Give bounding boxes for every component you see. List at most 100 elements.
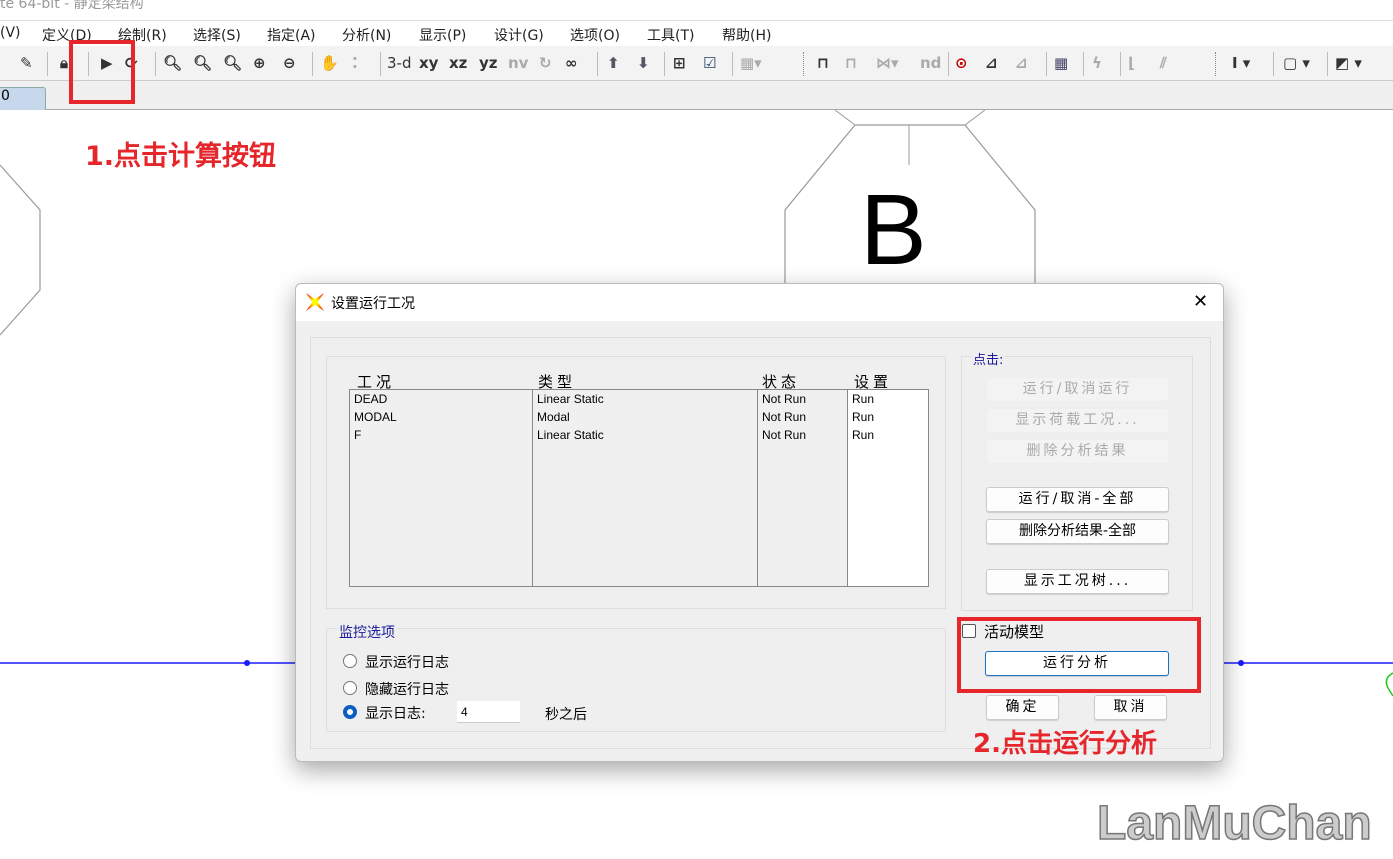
glasses-icon[interactable]: ∞ <box>565 52 578 74</box>
menu-analyze[interactable]: 分析(N) <box>342 25 391 45</box>
seconds-input[interactable] <box>457 701 520 723</box>
menu-display[interactable]: 显示(P) <box>419 25 466 45</box>
annotation-box-run <box>69 40 135 104</box>
grid-select-icon[interactable]: ⊞ <box>673 52 686 74</box>
frame-icon[interactable]: ⊓ <box>817 52 829 74</box>
run-do-not-run-case-button[interactable]: 运行/取消运行 <box>986 377 1169 402</box>
zoom-window-icon[interactable]: 🔍︎ <box>163 52 182 74</box>
load-display-icon[interactable]: ⊿ <box>985 52 998 74</box>
radio-show-log-after[interactable] <box>343 705 357 719</box>
view-xz-button[interactable]: xz <box>449 52 467 74</box>
joint <box>244 660 250 666</box>
list-item[interactable]: F <box>350 426 532 444</box>
support-icon <box>1385 672 1393 697</box>
zoom-out-icon[interactable]: ⊖ <box>283 52 296 74</box>
rotate-icon[interactable]: ↻ <box>539 52 552 74</box>
col-status: Not Run Not Run Not Run <box>758 390 848 586</box>
app-logo-icon <box>306 293 324 311</box>
cell-action: Run <box>852 428 875 442</box>
list-item[interactable]: DEAD <box>350 390 532 408</box>
seconds-suffix: 秒之后 <box>545 707 587 723</box>
cell-status: Not Run <box>762 410 807 424</box>
table-icon[interactable]: ▦ <box>1054 52 1068 74</box>
cell-type: Modal <box>537 410 570 424</box>
list-item[interactable]: MODAL <box>350 408 532 426</box>
cell-type: Linear Static <box>537 392 604 406</box>
load-case-list[interactable]: DEAD MODAL F Linear Static Modal Linear … <box>349 389 929 587</box>
lock-icon[interactable]: 🔒︎ <box>60 52 68 74</box>
radio-hide-log-label: 隐藏运行日志 <box>365 682 449 698</box>
col-case: DEAD MODAL F <box>350 390 533 586</box>
annotation-box-run-analysis <box>957 617 1201 693</box>
lightning-icon[interactable]: ϟ <box>1092 52 1102 74</box>
checkbox-icon[interactable]: ☑ <box>703 52 716 74</box>
annotation-step1: 1.点击计算按钮 <box>85 141 277 172</box>
ok-button[interactable]: 确定 <box>986 695 1059 720</box>
click-group-label: 点击: <box>971 349 1006 368</box>
i-section-icon[interactable]: I ▾ <box>1232 52 1250 74</box>
load-case-group: 工况 类型 状态 设置 DEAD MODAL F Linear Static M… <box>326 356 946 609</box>
move-down-icon[interactable]: ⬇ <box>637 52 650 74</box>
assign-dropdown-icon[interactable]: ▦▾ <box>740 52 762 74</box>
dialog-title: 设置运行工况 <box>331 296 415 312</box>
pan-hand-icon[interactable]: ✋ <box>320 52 339 74</box>
radio-show-log-label: 显示运行日志 <box>365 655 449 671</box>
monitor-options-group: 监控选项 显示运行日志 隐藏运行日志 显示日志: 秒之后 <box>326 622 946 732</box>
menu-tools[interactable]: 工具(T) <box>647 25 694 45</box>
zoom-restore-icon[interactable]: 🔍︎ <box>193 52 212 74</box>
menu-bar: (V) 定义(D) 绘制(R) 选择(S) 指定(A) 分析(N) 显示(P) … <box>0 20 1393 46</box>
cancel-button[interactable]: 取消 <box>1094 695 1167 720</box>
menu-assign[interactable]: 指定(A) <box>267 25 316 45</box>
menu-view[interactable]: (V) <box>0 25 21 41</box>
tab-row: 0 <box>0 81 1393 110</box>
menu-select[interactable]: 选择(S) <box>193 25 241 45</box>
delete-results-button[interactable]: 删除分析结果 <box>986 439 1169 464</box>
watermark: LanMuChan <box>1096 796 1372 851</box>
radio-show-log[interactable] <box>343 654 357 668</box>
cell-action: Run <box>852 410 875 424</box>
view-xy-button[interactable]: xy <box>419 52 438 74</box>
joint <box>1238 660 1244 666</box>
delete-all-results-button[interactable]: 删除分析结果-全部 <box>986 519 1169 544</box>
run-do-not-run-all-button[interactable]: 运行/取消-全部 <box>986 487 1169 512</box>
rect-section-icon[interactable]: ▢ ▾ <box>1283 52 1310 74</box>
axis-bubble-left <box>0 164 41 336</box>
show-case-button[interactable]: 显示荷载工况... <box>986 408 1169 433</box>
show-case-tree-button[interactable]: 显示工况树... <box>986 569 1169 594</box>
window-title: te 64-bit - 静定梁结构 <box>0 0 1393 20</box>
col-action: Run Run Run <box>848 390 928 586</box>
cell-type: Linear Static <box>537 428 604 442</box>
grid-label-b: B <box>860 174 927 286</box>
nd-button[interactable]: nd <box>920 52 941 74</box>
col-type: Linear Static Modal Linear Static <box>533 390 758 586</box>
radio-show-log-after-label: 显示日志: <box>365 706 426 722</box>
cable-icon[interactable]: ⋈▾ <box>876 52 899 74</box>
footprint-icon[interactable]: ⁚ <box>352 52 358 74</box>
view-yz-button[interactable]: yz <box>479 52 498 74</box>
extrude-icon[interactable]: ◩ ▾ <box>1335 52 1362 74</box>
menu-options[interactable]: 选项(O) <box>570 25 620 45</box>
cell-status: Not Run <box>762 428 807 442</box>
frame-draw-icon[interactable]: ⊓ <box>845 52 857 74</box>
annotation-step2: 2.点击运行分析 <box>973 729 1157 759</box>
cell-action: Run <box>852 392 875 406</box>
move-up-icon[interactable]: ⬆ <box>607 52 620 74</box>
zoom-in-icon[interactable]: ⊕ <box>253 52 266 74</box>
section-cut-icon[interactable]: ⫽ <box>1160 52 1167 74</box>
zoom-previous-icon[interactable]: 🔍︎ <box>223 52 242 74</box>
tab-window-0[interactable]: 0 <box>0 87 46 110</box>
pencil-icon[interactable]: ✎ <box>20 52 33 74</box>
view-nv-button[interactable]: nv <box>508 52 528 74</box>
cell-status: Not Run <box>762 392 807 406</box>
deformed-shape-icon[interactable]: ⊙ <box>955 52 968 74</box>
dialog-title-bar: 设置运行工况 ✕ <box>296 284 1223 321</box>
force-display-icon[interactable]: ⊿ <box>1015 52 1028 74</box>
view-3d-button[interactable]: 3-d <box>387 52 411 74</box>
click-group: 点击: 运行/取消运行 显示荷载工况... 删除分析结果 运行/取消-全部 删除… <box>961 349 1193 611</box>
close-icon[interactable]: ✕ <box>1193 291 1208 312</box>
menu-design[interactable]: 设计(G) <box>494 25 544 45</box>
graph-icon[interactable]: ⌊ <box>1128 52 1135 74</box>
monitor-options-label: 监控选项 <box>337 622 397 642</box>
radio-hide-log[interactable] <box>343 681 357 695</box>
menu-help[interactable]: 帮助(H) <box>722 25 771 45</box>
